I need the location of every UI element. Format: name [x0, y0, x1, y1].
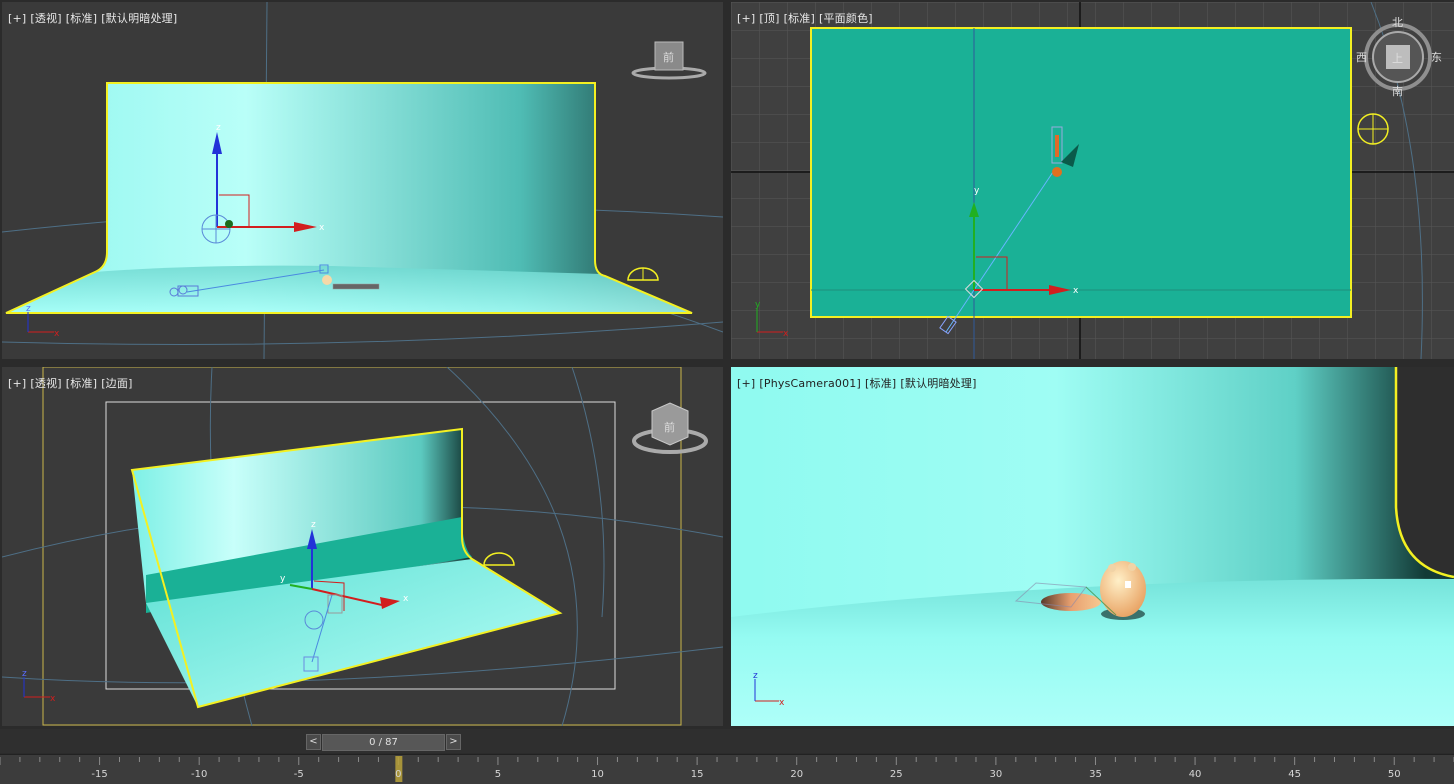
viewport-menu-shading[interactable]: [默认明暗处理]: [900, 377, 976, 390]
viewcube-face-label: 前: [663, 50, 674, 64]
prev-frame-button[interactable]: <: [306, 734, 321, 750]
front-axis-x: x: [403, 594, 409, 604]
next-frame-button[interactable]: >: [446, 734, 461, 750]
timeline-tick-label: 45: [1288, 769, 1301, 780]
front-axis-z: z: [311, 520, 316, 530]
perspective-scene[interactable]: z x x z: [2, 2, 723, 359]
viewport-label-perspective: [+] [透视] [标准] [默认明暗处理]: [8, 10, 181, 26]
top-axis-y: y: [974, 186, 980, 196]
viewport-menu-plus[interactable]: [+]: [737, 12, 755, 25]
tripod-z: z: [26, 304, 31, 314]
compass-north: 北: [1392, 17, 1403, 29]
cam-tripod-z: z: [753, 671, 758, 681]
timeline-tick-label: 15: [691, 769, 704, 780]
viewport-menu-camera[interactable]: [PhysCamera001]: [759, 377, 861, 390]
viewport-top[interactable]: [+] [顶] [标准] [平面颜色] y x x y 上 北 南 东 西: [731, 2, 1454, 359]
timeline-tick-label: -15: [91, 769, 107, 780]
viewcube-face-label: 前: [664, 420, 675, 434]
track-bar[interactable]: -15 -10 -5 0 5 10 15 20 25 30 35 40 45 50: [0, 754, 1454, 784]
viewport-menu-standard[interactable]: [标准]: [66, 12, 97, 25]
compass-east: 东: [1431, 51, 1442, 64]
frame-slider[interactable]: < 0 / 87 >: [306, 734, 461, 751]
viewcube[interactable]: 前: [630, 399, 708, 461]
compass-face: 上: [1392, 52, 1403, 65]
timeline-tick-label: -10: [191, 769, 207, 780]
viewport-menu-view[interactable]: [透视]: [30, 12, 61, 25]
viewport-menu-standard[interactable]: [标准]: [784, 12, 815, 25]
compass-west: 西: [1356, 51, 1367, 64]
timeline-tick-label: 40: [1189, 769, 1202, 780]
timeline-tick-label: 25: [890, 769, 903, 780]
top-tripod-y: y: [755, 300, 761, 310]
viewcube-compass[interactable]: 上 北 南 东 西: [1356, 17, 1452, 101]
timeline-tick-label: -5: [294, 769, 304, 780]
timeline-tick-label: 5: [495, 769, 501, 780]
viewport-menu-view[interactable]: [透视]: [30, 377, 61, 390]
viewcube[interactable]: 前: [630, 38, 708, 82]
timeline-tick-label: 35: [1089, 769, 1102, 780]
tripod-x: x: [54, 329, 60, 339]
viewport-menu-plus[interactable]: [+]: [737, 377, 755, 390]
viewport-camera[interactable]: [+] [PhysCamera001] [标准] [默认明暗处理] x z: [731, 367, 1454, 726]
timeline-tick-label: 30: [990, 769, 1003, 780]
front-tripod-x: x: [50, 694, 56, 704]
front-scene[interactable]: z x y x z: [2, 367, 723, 726]
timeline-tick-label: 20: [790, 769, 803, 780]
top-scene[interactable]: y x x y: [731, 2, 1454, 359]
viewport-perspective-edged[interactable]: [+] [透视] [标准] [边面] z x y x z 前: [2, 367, 723, 726]
axis-label-z: z: [216, 123, 221, 133]
front-axis-y: y: [280, 574, 286, 584]
frame-slider-thumb[interactable]: 0 / 87: [322, 734, 445, 751]
viewport-perspective[interactable]: [+] [透视] [标准] [默认明暗处理] z x x z 前: [2, 2, 723, 359]
timeline-ruler[interactable]: -15 -10 -5 0 5 10 15 20 25 30 35 40 45 50: [0, 755, 1454, 784]
viewport-menu-standard[interactable]: [标准]: [66, 377, 97, 390]
viewport-menu-plus[interactable]: [+]: [8, 377, 26, 390]
axis-label-x: x: [319, 223, 325, 233]
compass-south: 南: [1392, 85, 1403, 98]
viewport-menu-plus[interactable]: [+]: [8, 12, 26, 25]
viewport-menu-view[interactable]: [顶]: [759, 12, 779, 25]
timeline-tick-label: 10: [591, 769, 604, 780]
viewport-label-camera: [+] [PhysCamera001] [标准] [默认明暗处理]: [737, 375, 981, 391]
viewport-menu-shading[interactable]: [默认明暗处理]: [101, 12, 177, 25]
timeline-tick-label: 50: [1388, 769, 1401, 780]
front-tripod-z: z: [22, 669, 27, 679]
top-axis-x: x: [1073, 286, 1079, 296]
timeline-tick-label: 0: [395, 769, 401, 780]
viewport-label-top: [+] [顶] [标准] [平面颜色]: [737, 10, 877, 26]
cam-tripod-x: x: [779, 698, 785, 708]
viewport-menu-shading[interactable]: [平面颜色]: [819, 12, 873, 25]
viewport-label-front: [+] [透视] [标准] [边面]: [8, 375, 137, 391]
viewport-menu-shading[interactable]: [边面]: [101, 377, 132, 390]
camera-scene[interactable]: x z: [731, 367, 1454, 726]
top-tripod-x: x: [783, 329, 789, 339]
time-slider-bar: [0, 729, 1454, 753]
viewport-menu-standard[interactable]: [标准]: [865, 377, 896, 390]
